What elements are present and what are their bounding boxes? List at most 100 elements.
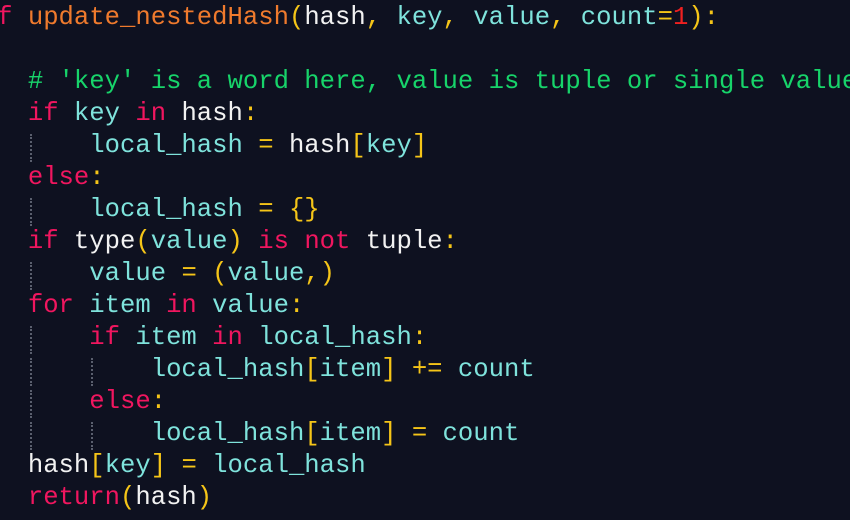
code-line[interactable]: local_hash = hash[key]: [0, 130, 850, 162]
code-editor[interactable]: def update_nestedHash(hash, key, value, …: [0, 0, 850, 520]
code-line[interactable]: # 'key' is a word here, value is tuple o…: [0, 66, 850, 98]
code-token: else: [89, 387, 151, 416]
code-token: ,: [365, 3, 382, 32]
indent-guide: [29, 326, 32, 354]
code-line[interactable]: if item in local_hash:: [0, 322, 850, 354]
code-token: value: [89, 259, 167, 288]
indent-guide: [29, 134, 32, 162]
code-line[interactable]: local_hash = {}: [0, 194, 850, 226]
code-token: ,: [442, 3, 458, 32]
code-token: =: [258, 131, 274, 160]
code-token: value: [473, 3, 551, 32]
code-line[interactable]: if type(value) is not tuple:: [0, 226, 850, 258]
code-line[interactable]: value = (value,): [0, 258, 850, 290]
code-token: in: [135, 99, 167, 128]
code-token: local_hash: [89, 195, 243, 224]
code-token: [: [350, 131, 366, 160]
code-token: ): [319, 259, 336, 288]
code-area[interactable]: def update_nestedHash(hash, key, value, …: [0, 2, 850, 514]
code-token: =: [181, 451, 197, 480]
code-line[interactable]: for item in value:: [0, 290, 850, 322]
code-token: :: [288, 291, 305, 320]
code-token: return: [27, 483, 120, 512]
code-token: def: [0, 3, 13, 32]
code-token: is: [258, 227, 289, 256]
code-token: hash: [304, 3, 366, 32]
code-token: :: [89, 163, 105, 192]
code-line[interactable]: [0, 34, 850, 66]
code-token: not: [304, 227, 351, 256]
code-token: key: [396, 3, 443, 32]
code-token: item: [135, 323, 197, 352]
code-token: :: [411, 323, 428, 352]
code-token: :: [150, 387, 167, 416]
code-token: else: [27, 163, 90, 192]
indent-guide: [91, 358, 94, 386]
indent-guide: [29, 262, 32, 290]
code-token: item: [319, 355, 382, 384]
code-token: key: [73, 99, 120, 128]
code-token: key: [104, 451, 151, 480]
code-token: hash: [135, 483, 197, 512]
code-token: ): [688, 3, 704, 32]
code-token: 1: [672, 3, 689, 32]
code-token: (: [288, 3, 305, 32]
code-token: ): [227, 227, 243, 256]
code-line[interactable]: local_hash[item] += count: [0, 354, 850, 386]
code-token: in: [166, 291, 197, 320]
code-token: ]: [150, 451, 167, 480]
code-line[interactable]: return(hash): [0, 482, 850, 514]
code-line[interactable]: def update_nestedHash(hash, key, value, …: [0, 2, 850, 34]
code-token: hash: [27, 451, 90, 480]
code-token: (: [120, 483, 136, 512]
code-line[interactable]: else:: [0, 162, 850, 194]
code-token: local_hash: [212, 451, 366, 480]
indent-guide: [91, 422, 94, 450]
code-line[interactable]: local_hash[item] = count: [0, 418, 850, 450]
code-line[interactable]: hash[key] = local_hash: [0, 450, 850, 482]
code-line[interactable]: if key in hash:: [0, 98, 850, 130]
code-token: =: [411, 419, 428, 448]
code-token: {}: [288, 195, 320, 224]
code-line[interactable]: else:: [0, 386, 850, 418]
code-token: value: [227, 259, 305, 288]
code-token: ,: [304, 259, 320, 288]
code-token: count: [457, 355, 535, 384]
code-token: [: [304, 355, 320, 384]
code-token: :: [442, 227, 458, 256]
code-token: hash: [181, 99, 243, 128]
code-token: value: [212, 291, 289, 320]
code-token: item: [89, 291, 151, 320]
